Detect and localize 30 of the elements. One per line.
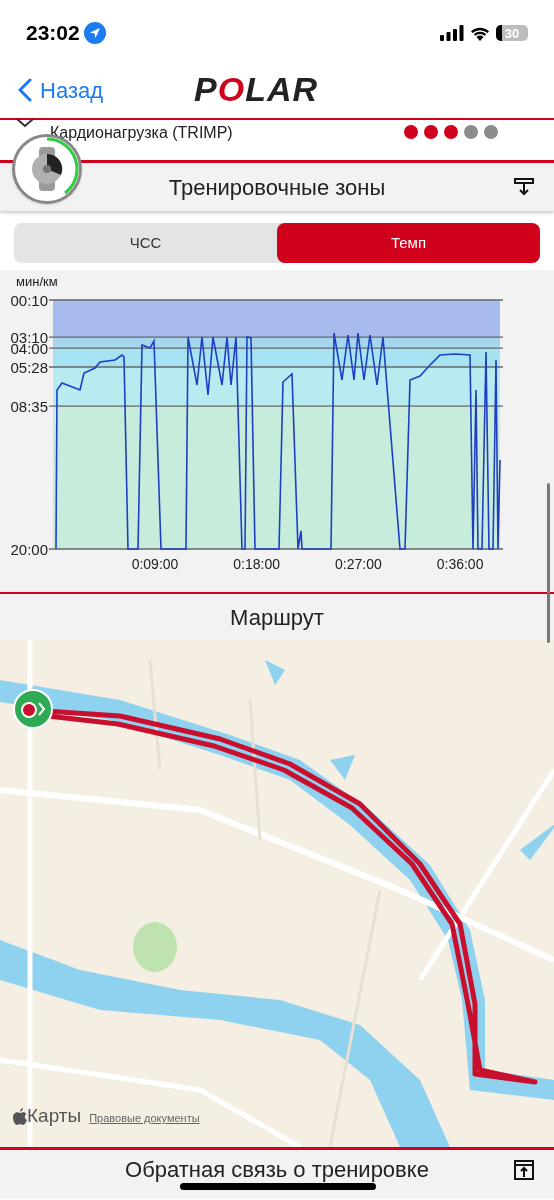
section-title: Маршрут <box>230 603 324 632</box>
polar-logo: POLAR <box>194 72 319 106</box>
back-button[interactable]: Назад <box>0 73 104 107</box>
expand-icon[interactable] <box>514 1160 534 1180</box>
maps-label: Карты <box>27 1106 82 1125</box>
tab[interactable]: Темп <box>277 223 540 263</box>
chevron-down-icon <box>16 118 34 128</box>
axis-unit-label: мин/км <box>16 274 58 289</box>
x-axis-label: 0:27:00 <box>335 556 382 572</box>
tab[interactable]: ЧСС <box>14 223 277 263</box>
y-axis-label: 00:10 <box>10 292 48 309</box>
battery-level: 30 <box>504 26 520 40</box>
signal-icon <box>440 25 464 41</box>
legal-link[interactable]: Правовые документы <box>89 1113 200 1125</box>
trimp-label: Кардионагрузка (TRIMP) <box>50 123 233 143</box>
y-axis-label: 05:28 <box>10 359 48 376</box>
y-axis-label: 08:35 <box>10 398 48 416</box>
x-axis-label: 0:18:00 <box>233 556 281 572</box>
section-title: Обратная связь о тренировке <box>125 1157 429 1182</box>
wifi-icon <box>470 25 490 41</box>
y-axis-label: 20:00 <box>10 541 48 558</box>
clock-time: 23:02 <box>26 20 80 47</box>
section-title: Тренировочные зоны <box>168 173 386 202</box>
x-axis-label: 0:36:00 <box>436 556 484 572</box>
filter-icon[interactable] <box>514 177 534 197</box>
apple-logo-icon <box>13 1108 27 1125</box>
chevron-left-icon <box>18 78 32 102</box>
x-axis-label: 0:09:00 <box>131 556 179 572</box>
start-marker-icon <box>13 689 53 729</box>
location-icon <box>83 22 106 44</box>
